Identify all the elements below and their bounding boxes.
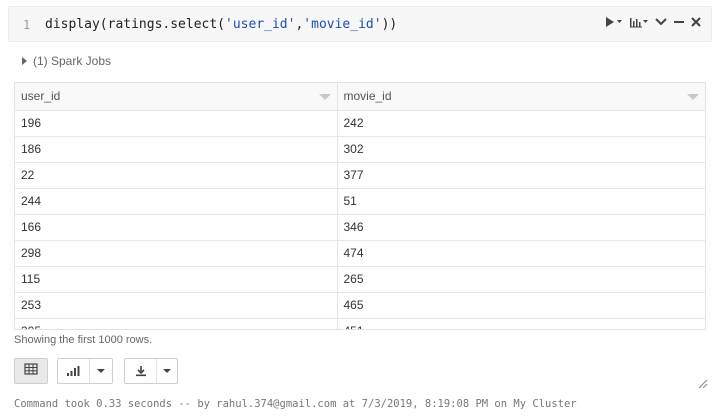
cell-user-id: 22 (15, 162, 338, 189)
chart-type-button[interactable] (57, 358, 113, 384)
download-icon[interactable] (125, 359, 157, 383)
download-dropdown[interactable] (157, 369, 177, 373)
result-table[interactable]: user_id movie_id 196 242 186 302 22 377 244… (14, 82, 706, 330)
code-prefix: display(ratings.select( (45, 17, 226, 32)
cell-movie-id: 474 (337, 240, 705, 267)
cell-movie-id: 346 (337, 214, 705, 241)
cell-user-id: 253 (15, 292, 338, 319)
minimize-icon[interactable] (673, 15, 685, 29)
chevron-down-icon (163, 369, 171, 373)
table-row: 305451 (15, 318, 705, 329)
sort-icon[interactable] (687, 94, 699, 100)
chart-dropdown[interactable] (90, 369, 112, 373)
run-icon[interactable] (605, 15, 623, 29)
resize-handle-icon[interactable] (698, 376, 708, 394)
chevron-down-icon (97, 369, 105, 373)
table-row: 22 377 (15, 162, 705, 189)
code-arg-user-id: 'user_id' (225, 17, 296, 32)
command-status: Command took 0.33 seconds -- by rahul.37… (14, 398, 577, 410)
caret-right-icon (22, 57, 27, 65)
table-row: 115 265 (15, 266, 705, 293)
cell-user-id: 196 (15, 110, 338, 137)
table-view-icon (24, 362, 38, 380)
code-suffix: )) (381, 17, 398, 32)
cell-user-id: 166 (15, 214, 338, 241)
cell-movie-id: 377 (337, 162, 705, 189)
spark-jobs-label: (1) Spark Jobs (33, 54, 112, 68)
table-row: 244 51 (15, 188, 705, 215)
download-button[interactable] (124, 358, 178, 384)
code-cell[interactable]: 1 display(ratings.select('user_id','movi… (8, 6, 712, 42)
cell-movie-id: 465 (337, 292, 705, 319)
table-row: 298 474 (15, 240, 705, 267)
table-row: 166 346 (15, 214, 705, 241)
line-number: 1 (23, 18, 31, 32)
chart-icon[interactable] (629, 15, 649, 29)
collapse-icon[interactable] (655, 15, 667, 29)
cell-user-id: 305 (15, 318, 338, 329)
table-row: 253 465 (15, 292, 705, 319)
column-header-movie-id[interactable]: movie_id (337, 83, 705, 111)
cell-user-id: 298 (15, 240, 338, 267)
cell-movie-id: 242 (337, 110, 705, 137)
table-view-button[interactable] (14, 358, 48, 384)
column-header-user-id[interactable]: user_id (15, 83, 338, 111)
code-arg-movie-id: 'movie_id' (303, 17, 382, 32)
cell-movie-id: 451 (337, 318, 705, 329)
cell-user-id: 115 (15, 266, 338, 293)
cell-movie-id: 302 (337, 136, 705, 163)
cell-movie-id: 51 (337, 188, 705, 215)
cell-toolbar (605, 15, 701, 29)
cell-movie-id: 265 (337, 266, 705, 293)
close-icon[interactable] (691, 15, 701, 29)
sort-icon[interactable] (318, 94, 331, 100)
cell-user-id: 186 (15, 136, 338, 163)
code-text[interactable]: display(ratings.select('user_id','movie_… (45, 17, 397, 32)
table-header-row: user_id movie_id (15, 83, 705, 111)
showing-rows-text: Showing the first 1000 rows. (14, 334, 153, 346)
table-row: 186 302 (15, 136, 705, 163)
spark-jobs-toggle[interactable]: (1) Spark Jobs (22, 54, 111, 68)
bar-chart-icon[interactable] (58, 359, 90, 383)
cell-user-id: 244 (15, 188, 338, 215)
table-row: 196 242 (15, 110, 705, 137)
